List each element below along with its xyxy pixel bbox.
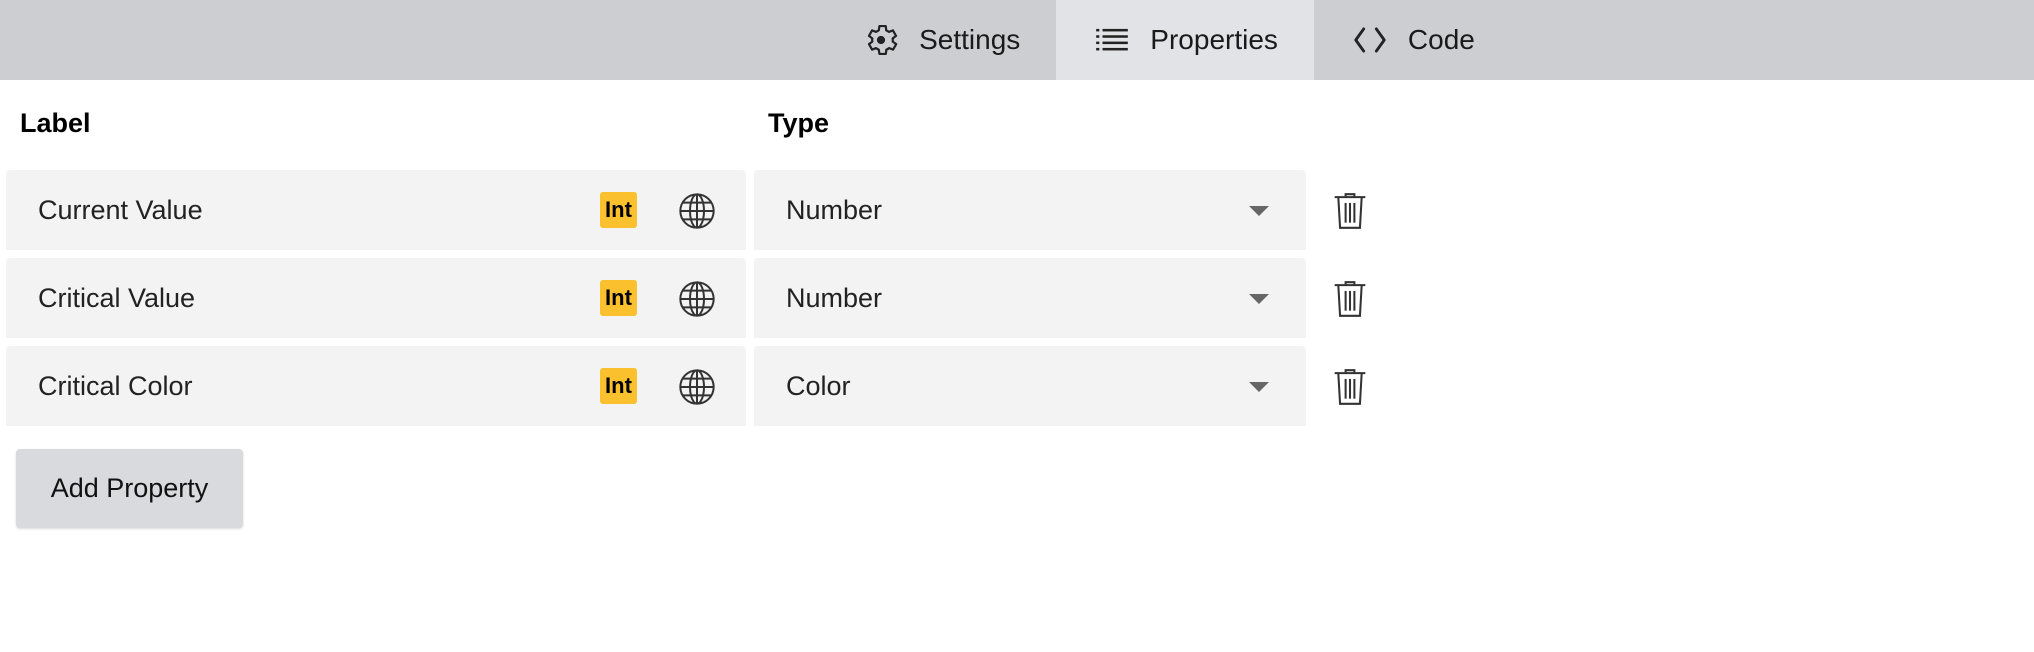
- property-row: Critical Value Int Number: [6, 258, 1406, 338]
- tab-settings-label: Settings: [919, 24, 1021, 55]
- type-select-value: Color: [786, 371, 851, 401]
- type-select[interactable]: Number: [754, 170, 1306, 250]
- code-icon: [1350, 20, 1390, 60]
- gear-icon: [861, 20, 901, 60]
- tab-code[interactable]: Code: [1314, 0, 1511, 80]
- int-badge[interactable]: Int: [600, 280, 637, 316]
- dropdown-arrow-icon: [1249, 382, 1269, 392]
- type-select[interactable]: Color: [754, 346, 1306, 426]
- tab-properties[interactable]: Properties: [1056, 0, 1314, 80]
- type-column-header: Type: [768, 108, 830, 138]
- globe-icon[interactable]: [677, 279, 717, 319]
- tab-group: Settings Properties Code: [825, 0, 1511, 80]
- tab-bar: Settings Properties Code: [0, 0, 2034, 80]
- label-field[interactable]: Current Value Int: [6, 170, 746, 250]
- int-badge[interactable]: Int: [600, 192, 637, 228]
- type-select-value: Number: [786, 195, 883, 225]
- globe-icon[interactable]: [677, 191, 717, 231]
- tab-code-label: Code: [1407, 24, 1475, 55]
- list-icon: [1092, 20, 1132, 60]
- property-row: Critical Color Int Color: [6, 346, 1406, 426]
- trash-icon[interactable]: [1332, 368, 1368, 406]
- add-property-button[interactable]: Add Property: [16, 449, 243, 528]
- label-field-value: Current Value: [38, 195, 203, 225]
- label-field-value: Critical Value: [38, 283, 196, 313]
- dropdown-arrow-icon: [1249, 206, 1269, 216]
- type-select[interactable]: Number: [754, 258, 1306, 338]
- label-field[interactable]: Critical Color Int: [6, 346, 746, 426]
- dropdown-arrow-icon: [1249, 294, 1269, 304]
- tab-properties-label: Properties: [1150, 24, 1278, 55]
- int-badge[interactable]: Int: [600, 368, 637, 404]
- label-field-value: Critical Color: [38, 371, 193, 401]
- label-column-header: Label: [20, 108, 91, 138]
- label-field[interactable]: Critical Value Int: [6, 258, 746, 338]
- tab-settings[interactable]: Settings: [825, 0, 1056, 80]
- trash-icon[interactable]: [1332, 192, 1368, 230]
- trash-icon[interactable]: [1332, 280, 1368, 318]
- globe-icon[interactable]: [677, 367, 717, 407]
- type-select-value: Number: [786, 283, 883, 313]
- property-row: Current Value Int Number: [6, 170, 1406, 250]
